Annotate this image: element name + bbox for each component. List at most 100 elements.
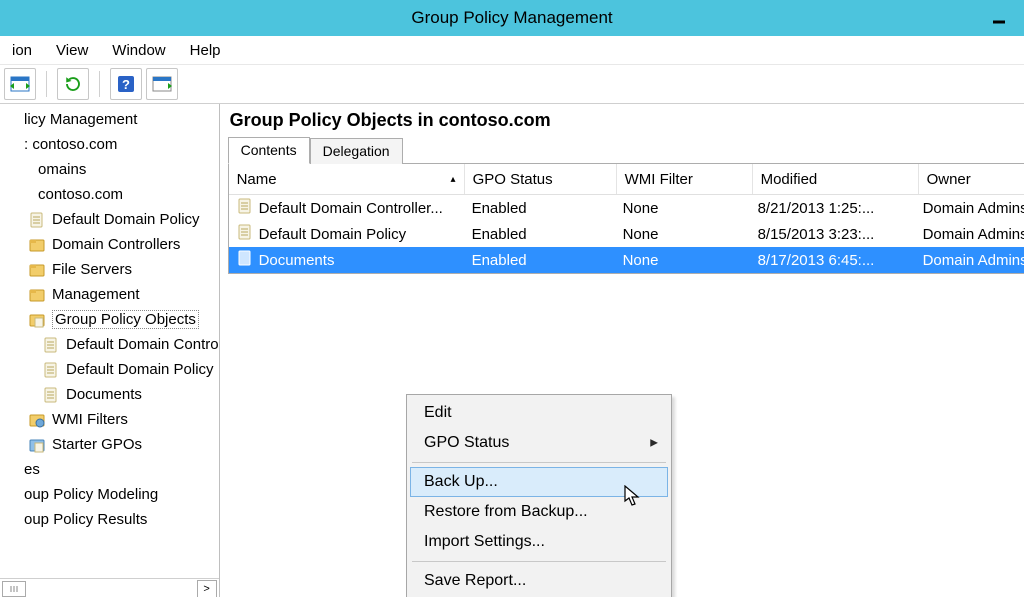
gpo-icon (237, 198, 253, 218)
toolbar-separator-2 (99, 71, 100, 97)
column-header-status[interactable]: GPO Status (465, 164, 617, 194)
toolbar-separator (46, 71, 47, 97)
tree-item[interactable]: es (0, 457, 219, 482)
table-row[interactable]: Default Domain PolicyEnabledNone8/15/201… (229, 221, 1024, 247)
tree-item-label: Default Domain Policy (66, 361, 214, 378)
tree-item[interactable]: WMI Filters (0, 407, 219, 432)
tree-item-label: oup Policy Results (24, 511, 147, 528)
tree-item[interactable]: omains (0, 157, 219, 182)
tree-item[interactable]: Domain Controllers (0, 232, 219, 257)
tree-pane: licy Management : contoso.com omains contos… (0, 104, 220, 597)
tree-item[interactable]: Default Domain Policy (0, 207, 219, 232)
list-body: Default Domain Controller...EnabledNone8… (229, 195, 1024, 273)
tree-item-label: omains (38, 161, 86, 178)
tab-delegation[interactable]: Delegation (310, 138, 403, 164)
gpo-icon (42, 361, 60, 379)
context-menu-save-report[interactable]: Save Report... (410, 566, 668, 596)
toolbar: ? (0, 65, 1024, 104)
tree-item[interactable]: oup Policy Results (0, 507, 219, 532)
cell-owner: Domain Admins ( (915, 252, 1024, 269)
window-title: Group Policy Management (411, 8, 612, 28)
toolbar-properties-button[interactable] (146, 68, 178, 100)
minimize-button[interactable] (982, 4, 1016, 32)
ou-icon (28, 286, 46, 304)
toolbar-refresh-button[interactable] (57, 68, 89, 100)
tab-contents[interactable]: Contents (228, 137, 310, 164)
cell-status: Enabled (464, 252, 615, 269)
tree-item-label: Domain Controllers (52, 236, 180, 253)
scrollbar-right-arrow[interactable]: > (197, 580, 217, 597)
svg-text:?: ? (122, 77, 130, 92)
content-area: licy Management : contoso.com omains contos… (0, 104, 1024, 597)
column-header-name[interactable]: Name (229, 164, 465, 194)
tree-item-label: licy Management (24, 111, 137, 128)
folder-gpo-icon (28, 311, 46, 329)
tree-item-label: Management (52, 286, 140, 303)
wmi-icon (28, 411, 46, 429)
mouse-cursor-icon (624, 485, 644, 507)
toolbar-help-button[interactable]: ? (110, 68, 142, 100)
gpo-icon (42, 386, 60, 404)
context-menu-separator (412, 462, 666, 463)
tree-item[interactable]: Group Policy Objects (0, 307, 219, 332)
gpo-icon (42, 336, 60, 354)
tree-item-label: Default Domain Contro (66, 336, 219, 353)
tree-item[interactable]: File Servers (0, 257, 219, 282)
table-row[interactable]: DocumentsEnabledNone8/17/2013 6:45:...Do… (229, 247, 1024, 273)
scrollbar-thumb[interactable] (2, 581, 26, 597)
cell-wmi: None (615, 200, 750, 217)
tree-item[interactable]: Default Domain Policy (0, 357, 219, 382)
window-controls (982, 4, 1024, 32)
cell-wmi: None (615, 252, 750, 269)
tree-item[interactable]: oup Policy Modeling (0, 482, 219, 507)
cell-wmi: None (615, 226, 750, 243)
menu-help[interactable]: Help (180, 40, 231, 61)
gpo-icon (237, 224, 253, 244)
tree-item-label: es (24, 461, 40, 478)
context-menu-edit[interactable]: Edit (410, 398, 668, 428)
cell-status: Enabled (464, 226, 615, 243)
console-icon (0, 111, 18, 129)
tree-item[interactable]: Documents (0, 382, 219, 407)
cell-name: Default Domain Policy (229, 224, 464, 244)
tree-item[interactable]: licy Management (0, 107, 219, 132)
cell-owner: Domain Admins ( (915, 200, 1024, 217)
results-icon (0, 511, 18, 529)
ou-icon (28, 261, 46, 279)
tree-item-label: File Servers (52, 261, 132, 278)
tree-item[interactable]: contoso.com (0, 182, 219, 207)
cell-modified: 8/15/2013 3:23:... (750, 226, 915, 243)
tree-item-label: Starter GPOs (52, 436, 142, 453)
cell-name: Default Domain Controller... (229, 198, 464, 218)
context-menu-import[interactable]: Import Settings... (410, 527, 668, 557)
starter-icon (28, 436, 46, 454)
list-header: Name GPO Status WMI Filter Modified Owne… (229, 164, 1024, 195)
menu-ion[interactable]: ion (2, 40, 42, 61)
tree-item-label: Group Policy Objects (52, 310, 199, 329)
tree-item[interactable]: Management (0, 282, 219, 307)
tree-item[interactable]: Default Domain Contro (0, 332, 219, 357)
gpo-icon (237, 250, 253, 270)
navigation-tree[interactable]: licy Management : contoso.com omains contos… (0, 104, 219, 578)
toolbar-show-hide-tree-button[interactable] (4, 68, 36, 100)
cell-modified: 8/17/2013 6:45:... (750, 252, 915, 269)
detail-title: Group Policy Objects in contoso.com (228, 108, 1024, 135)
gpo-link-icon (28, 211, 46, 229)
cell-name: Documents (229, 250, 464, 270)
menu-view[interactable]: View (46, 40, 98, 61)
ou-icon (28, 236, 46, 254)
tree-item[interactable]: Starter GPOs (0, 432, 219, 457)
menu-window[interactable]: Window (102, 40, 175, 61)
domains-icon (14, 161, 32, 179)
tree-item[interactable]: : contoso.com (0, 132, 219, 157)
context-menu-gpo-status[interactable]: GPO Status (410, 428, 668, 458)
column-header-wmi[interactable]: WMI Filter (617, 164, 753, 194)
cell-modified: 8/21/2013 1:25:... (750, 200, 915, 217)
table-row[interactable]: Default Domain Controller...EnabledNone8… (229, 195, 1024, 221)
column-header-modified[interactable]: Modified (753, 164, 919, 194)
sites-icon (0, 461, 18, 479)
tree-horizontal-scrollbar[interactable]: > (0, 578, 219, 597)
menu-bar: ion View Window Help (0, 36, 1024, 65)
column-header-owner[interactable]: Owner (919, 164, 1024, 194)
modeling-icon (0, 486, 18, 504)
